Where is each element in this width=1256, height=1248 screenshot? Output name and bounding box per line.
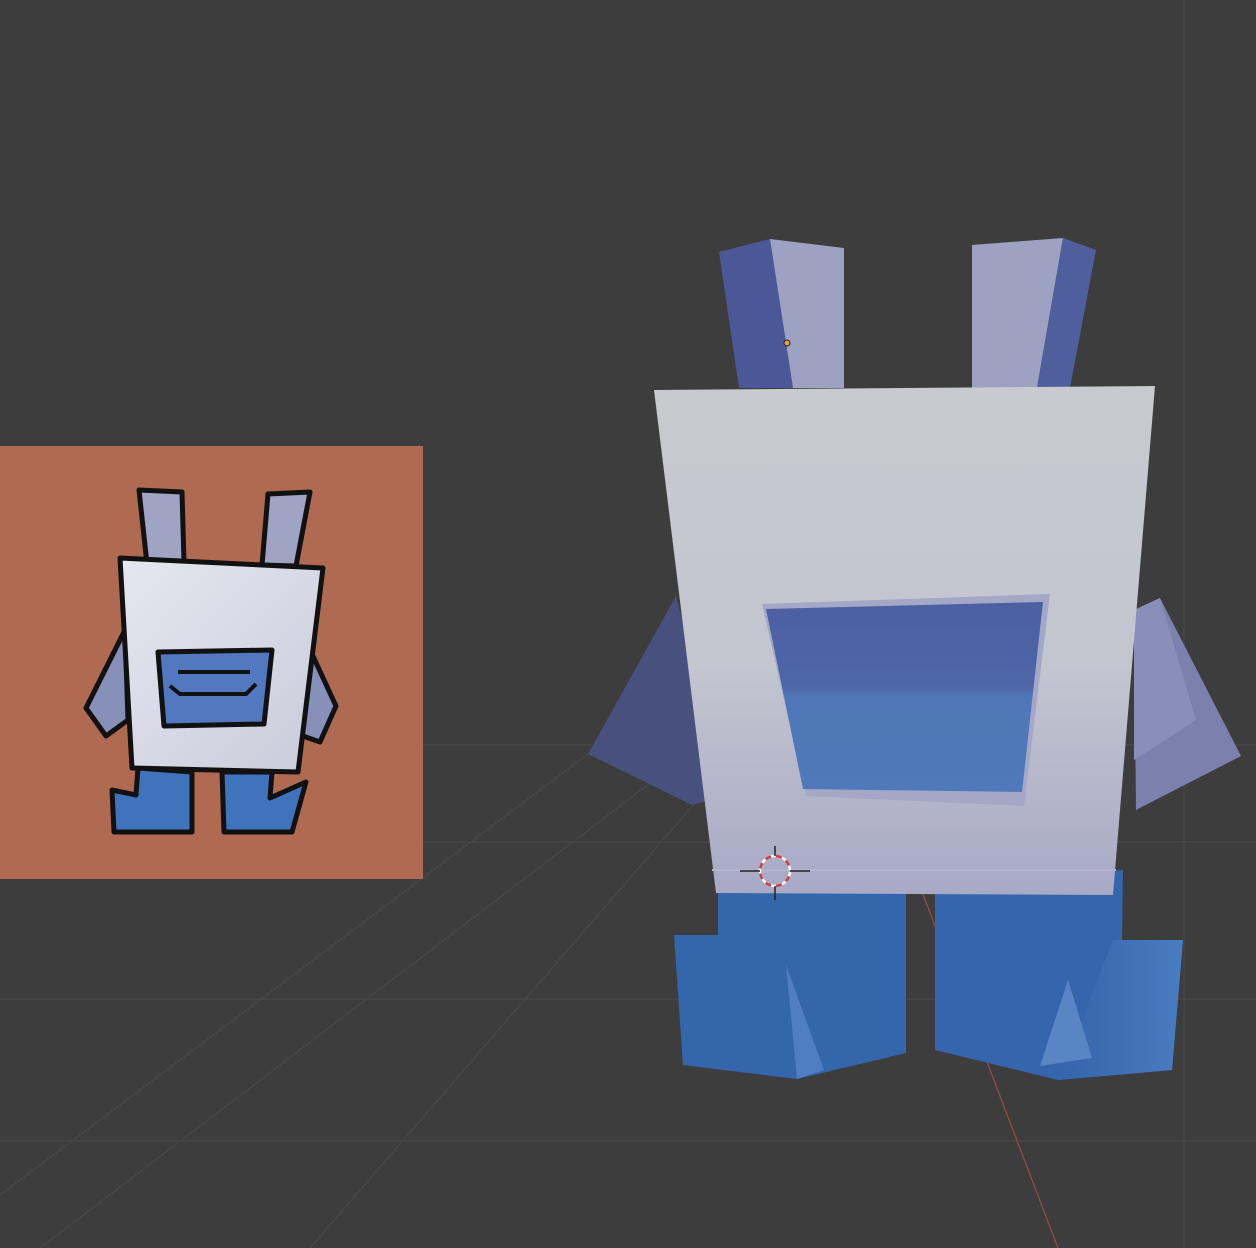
origin-dot [783, 339, 791, 347]
character-model [588, 238, 1241, 1080]
viewport-scene[interactable] [0, 0, 1256, 1248]
reference-image-plane [0, 446, 423, 879]
3d-viewport[interactable] [0, 0, 1256, 1248]
